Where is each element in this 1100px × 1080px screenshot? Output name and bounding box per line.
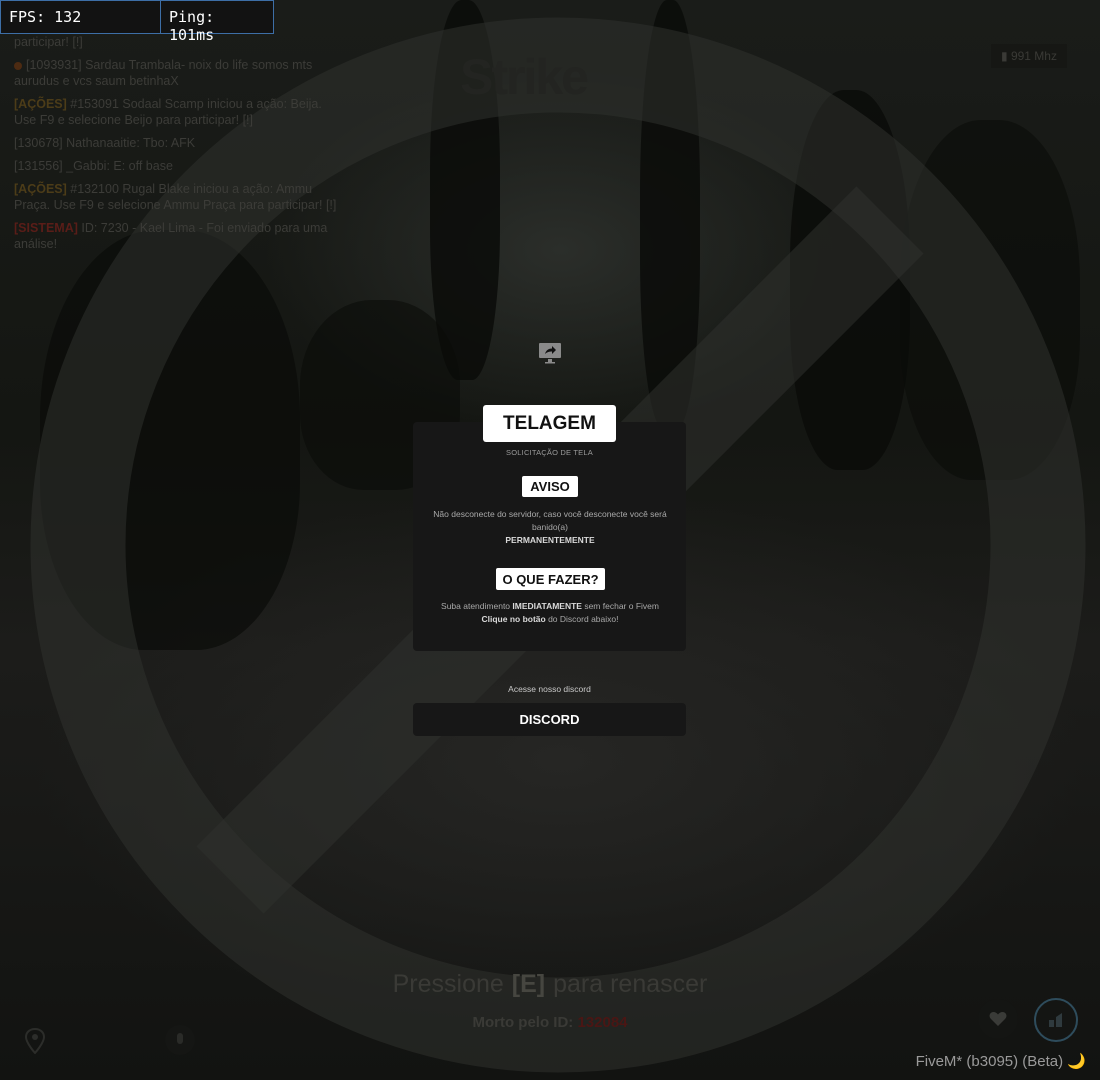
chat-feed: participar! [!] [1093931] Sardau Trambal…	[14, 34, 344, 259]
brand-logo-icon	[1049, 1013, 1062, 1027]
signal-icon: ▮	[1001, 49, 1011, 63]
microphone-icon[interactable]	[165, 1025, 207, 1055]
fps-counter: FPS: 132	[0, 0, 161, 34]
status-dot-icon	[14, 61, 22, 70]
chat-message: [1093931] Sardau Trambala- noix do life …	[14, 58, 313, 88]
discord-button[interactable]: DISCORD	[413, 703, 686, 736]
modal-subtitle: SOLICITAÇÃO DE TELA	[506, 448, 593, 457]
instructions-text: Suba atendimento IMEDIATAMENTE sem fecha…	[441, 601, 659, 624]
killer-id: 132084	[577, 1014, 628, 1031]
share-screen-icon	[538, 342, 562, 369]
heart-button[interactable]	[978, 999, 1018, 1039]
respawn-key: [E]	[511, 970, 546, 998]
map-pin-icon	[24, 1027, 46, 1059]
chat-message: [AÇÕES] #132100 Rugal Blake iniciou a aç…	[14, 182, 337, 212]
fps-ping-hud: FPS: 132 Ping: 101ms	[0, 0, 274, 44]
radio-frequency: ▮ 991 Mhz	[991, 44, 1067, 68]
modal-title: TELAGEM	[483, 405, 616, 442]
instructions-badge: O QUE FAZER?	[496, 568, 605, 590]
chat-message: [131556] _Gabbi: E: off base	[14, 159, 173, 173]
warning-badge: AVISO	[522, 476, 578, 497]
discord-label: Acesse nosso discord	[508, 684, 591, 694]
chat-message: [SISTEMA] ID: 7230 - Kael Lima - Foi env…	[14, 221, 328, 251]
chat-message: [AÇÕES] #153091 Sodaal Scamp iniciou a a…	[14, 97, 322, 127]
chat-message: [130678] Nathanaaitie: Tbo: AFK	[14, 136, 196, 150]
server-logo: Strike	[460, 49, 589, 105]
warning-text: Não desconecte do servidor, caso você de…	[433, 509, 667, 545]
fivem-build-label: FiveM* (b3095) (Beta) 🌙	[915, 1053, 1086, 1070]
respawn-prompt: Pressione [E] para renascer	[392, 970, 708, 998]
ping-counter: Ping: 101ms	[161, 0, 274, 44]
brand-button[interactable]	[1034, 998, 1078, 1042]
heart-icon	[989, 1012, 1007, 1026]
